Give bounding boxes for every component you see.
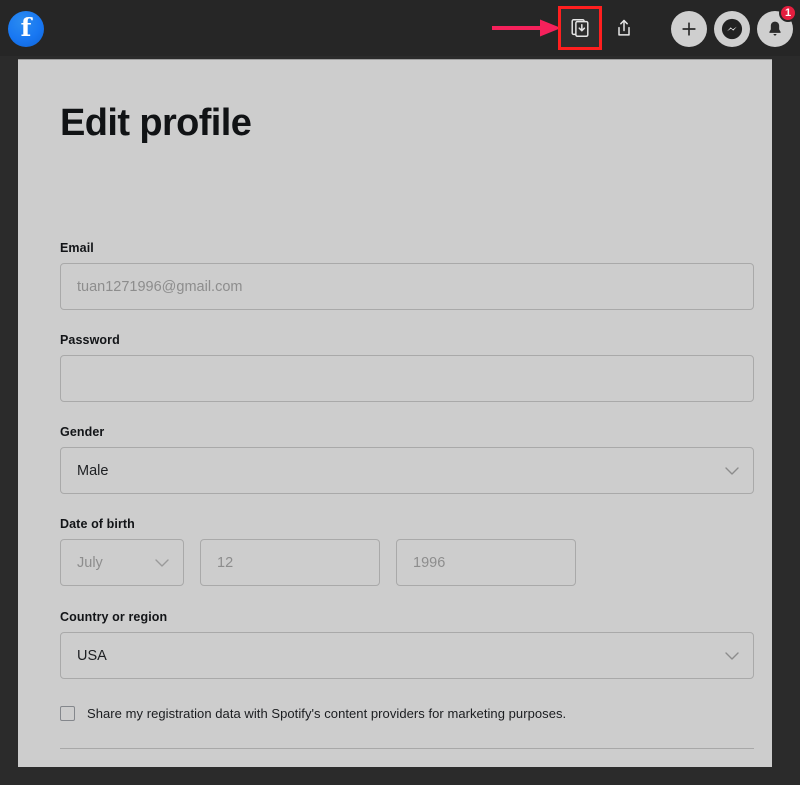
chevron-down-icon [725, 466, 739, 475]
right-arrow-annotation-icon [492, 19, 561, 37]
notification-badge: 1 [779, 4, 798, 22]
top-app-bar: f 1 [0, 0, 800, 56]
date-of-birth-label: Date of birth [60, 517, 135, 531]
page-title: Edit profile [60, 102, 252, 144]
gender-label: Gender [60, 425, 105, 439]
facebook-logo[interactable]: f [8, 11, 44, 47]
gender-select[interactable]: Male [60, 447, 754, 494]
share-icon [618, 19, 630, 36]
country-value: USA [77, 647, 107, 664]
footer-divider [60, 748, 754, 749]
plus-icon [682, 22, 696, 36]
password-field[interactable] [60, 355, 754, 402]
create-button[interactable] [671, 11, 707, 47]
dob-month-select[interactable]: July [60, 539, 184, 586]
gender-value: Male [77, 462, 109, 479]
share-button[interactable] [610, 14, 638, 42]
marketing-consent-row[interactable]: Share my registration data with Spotify'… [60, 706, 566, 721]
password-label: Password [60, 333, 120, 347]
email-placeholder: tuan1271996@gmail.com [77, 278, 243, 295]
country-select[interactable]: USA [60, 632, 754, 679]
save-page-button[interactable] [558, 6, 602, 50]
dob-day-field[interactable]: 12 [200, 539, 380, 586]
chevron-down-icon [725, 651, 739, 660]
email-field[interactable]: tuan1271996@gmail.com [60, 263, 754, 310]
dob-month-value: July [77, 554, 103, 571]
marketing-consent-label: Share my registration data with Spotify'… [87, 706, 567, 721]
save-page-icon [571, 19, 589, 37]
page-content-frame: Edit profile Email tuan1271996@gmail.com… [18, 59, 772, 767]
edit-profile-form: Edit profile Email tuan1271996@gmail.com… [60, 60, 772, 767]
chevron-down-icon [155, 558, 169, 567]
dob-day-value: 12 [217, 554, 234, 571]
messenger-button[interactable] [714, 11, 750, 47]
facebook-logo-letter: f [20, 12, 32, 42]
country-label: Country or region [60, 610, 168, 624]
dob-year-value: 1996 [413, 554, 446, 571]
marketing-consent-checkbox[interactable] [60, 706, 75, 721]
dob-year-field[interactable]: 1996 [396, 539, 576, 586]
email-label: Email [60, 241, 94, 255]
bell-icon [769, 21, 781, 36]
messenger-icon [721, 18, 743, 40]
